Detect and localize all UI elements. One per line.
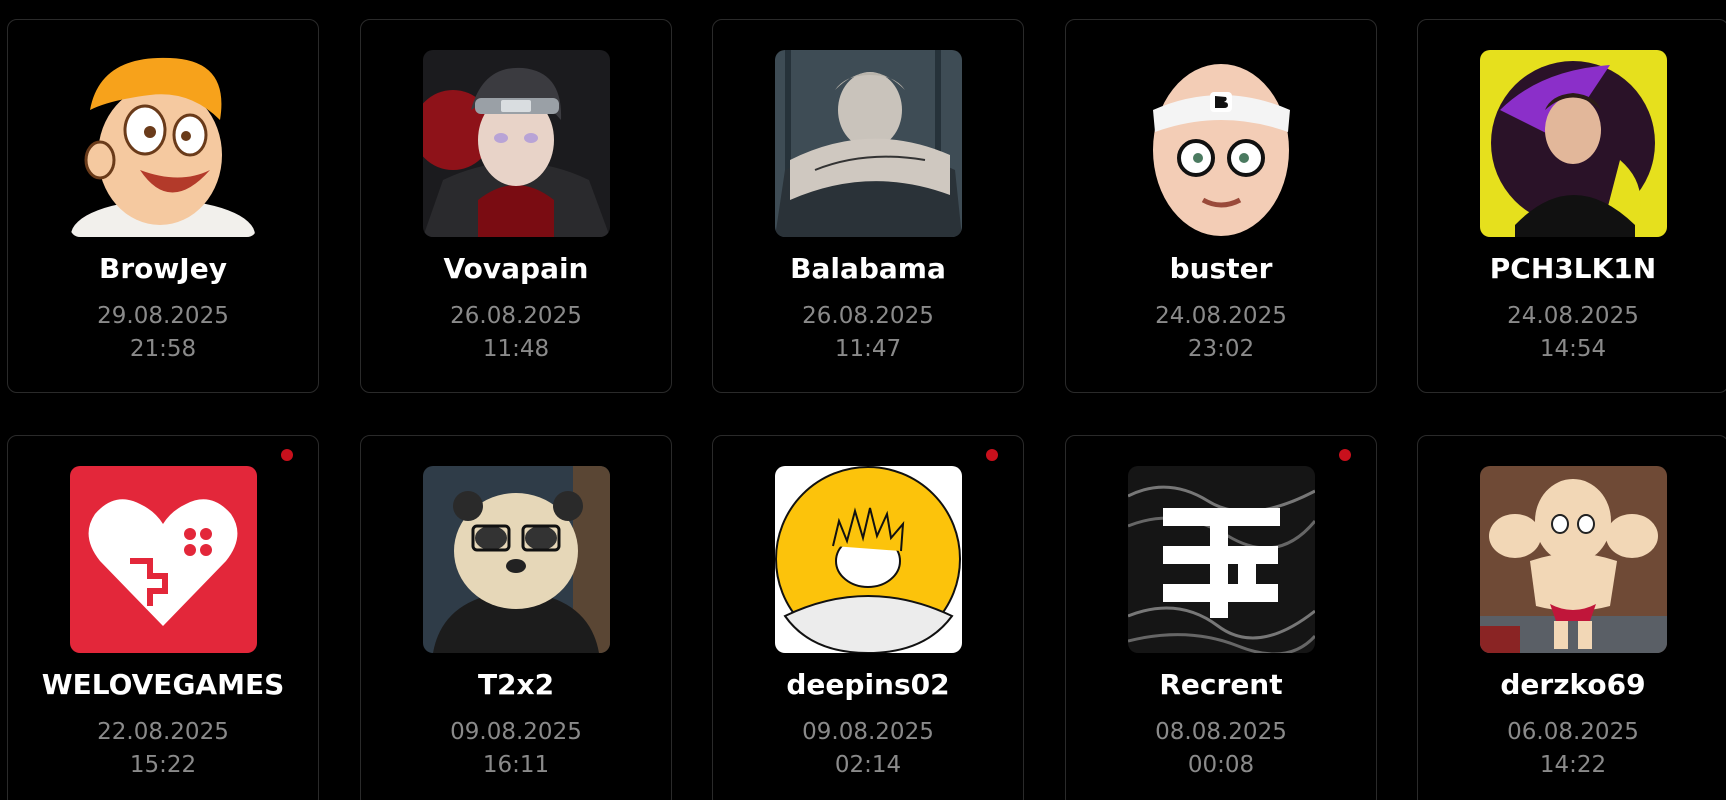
stream-time: 14:54	[1539, 336, 1607, 362]
stream-date: 09.08.2025	[802, 719, 934, 745]
stream-date: 08.08.2025	[1155, 719, 1287, 745]
streamer-name[interactable]: BrowJey	[8, 252, 318, 286]
streamer-card-t2x2[interactable]: T2x2 09.08.2025 16:11	[360, 435, 672, 800]
avatar[interactable]	[70, 466, 257, 653]
streamer-card-welovegames[interactable]: WELOVEGAMES 22.08.2025 15:22	[7, 435, 319, 800]
streamer-card-balabama[interactable]: Balabama 26.08.2025 11:47	[712, 19, 1024, 393]
stream-time: 15:22	[129, 752, 197, 778]
avatar[interactable]	[423, 466, 610, 653]
avatar[interactable]	[1480, 50, 1667, 237]
streamer-card-browjey[interactable]: BrowJey 29.08.2025 21:58	[7, 19, 319, 393]
streamer-card-deepins02[interactable]: deepins02 09.08.2025 02:14	[712, 435, 1024, 800]
cartoon-muscle-avatar-image	[1480, 466, 1667, 653]
stream-time: 23:02	[1187, 336, 1255, 362]
avatar[interactable]	[1128, 466, 1315, 653]
streamer-name[interactable]: WELOVEGAMES	[8, 668, 318, 702]
streamer-name[interactable]: PCH3LK1N	[1418, 252, 1726, 286]
streamer-card-derzko69[interactable]: derzko69 06.08.2025 14:22	[1417, 435, 1726, 800]
streamer-card-pch3lk1n[interactable]: PCH3LK1N 24.08.2025 14:54	[1417, 19, 1726, 393]
doodle-face-avatar-image	[775, 466, 962, 653]
stream-date: 09.08.2025	[450, 719, 582, 745]
stream-time: 16:11	[482, 752, 550, 778]
streamer-name[interactable]: derzko69	[1418, 668, 1726, 702]
stream-date: 26.08.2025	[450, 303, 582, 329]
stream-date: 29.08.2025	[97, 303, 229, 329]
rc-logo-avatar-image	[1128, 466, 1315, 653]
anime-ninja-avatar-image	[423, 50, 610, 237]
stream-time: 00:08	[1187, 752, 1255, 778]
streamer-name[interactable]: T2x2	[361, 668, 671, 702]
stream-time: 11:47	[834, 336, 902, 362]
streamer-name[interactable]: Vovapain	[361, 252, 671, 286]
avatar[interactable]	[1128, 50, 1315, 237]
egg-face-avatar-image	[1128, 50, 1315, 237]
streamer-card-vovapain[interactable]: Vovapain 26.08.2025 11:48	[360, 19, 672, 393]
photo-arms-avatar-image	[775, 50, 962, 237]
streamer-name[interactable]: deepins02	[713, 668, 1023, 702]
portrait-avatar-image	[1480, 50, 1667, 237]
stream-date: 26.08.2025	[802, 303, 934, 329]
live-indicator-icon	[281, 449, 293, 461]
stream-time: 21:58	[129, 336, 197, 362]
streamer-grid: BrowJey 29.08.2025 21:58 Vovapain 26.08.…	[0, 0, 1726, 800]
stream-time: 11:48	[482, 336, 550, 362]
streamer-name[interactable]: Balabama	[713, 252, 1023, 286]
stream-date: 24.08.2025	[1155, 303, 1287, 329]
stream-date: 22.08.2025	[97, 719, 229, 745]
stream-time: 14:22	[1539, 752, 1607, 778]
live-indicator-icon	[986, 449, 998, 461]
stream-date: 06.08.2025	[1507, 719, 1639, 745]
live-indicator-icon	[1339, 449, 1351, 461]
streamer-card-buster[interactable]: buster 24.08.2025 23:02	[1065, 19, 1377, 393]
avatar[interactable]	[423, 50, 610, 237]
cartoon-face-avatar-image	[70, 50, 257, 237]
streamer-card-recrent[interactable]: Recrent 08.08.2025 00:08	[1065, 435, 1377, 800]
streamer-name[interactable]: Recrent	[1066, 668, 1376, 702]
heart-gamepad-logo	[70, 466, 257, 653]
avatar[interactable]	[70, 50, 257, 237]
avatar[interactable]	[775, 50, 962, 237]
avatar[interactable]	[775, 466, 962, 653]
streamer-name[interactable]: buster	[1066, 252, 1376, 286]
avatar[interactable]	[1480, 466, 1667, 653]
stream-time: 02:14	[834, 752, 902, 778]
stream-date: 24.08.2025	[1507, 303, 1639, 329]
panda-avatar-image	[423, 466, 610, 653]
